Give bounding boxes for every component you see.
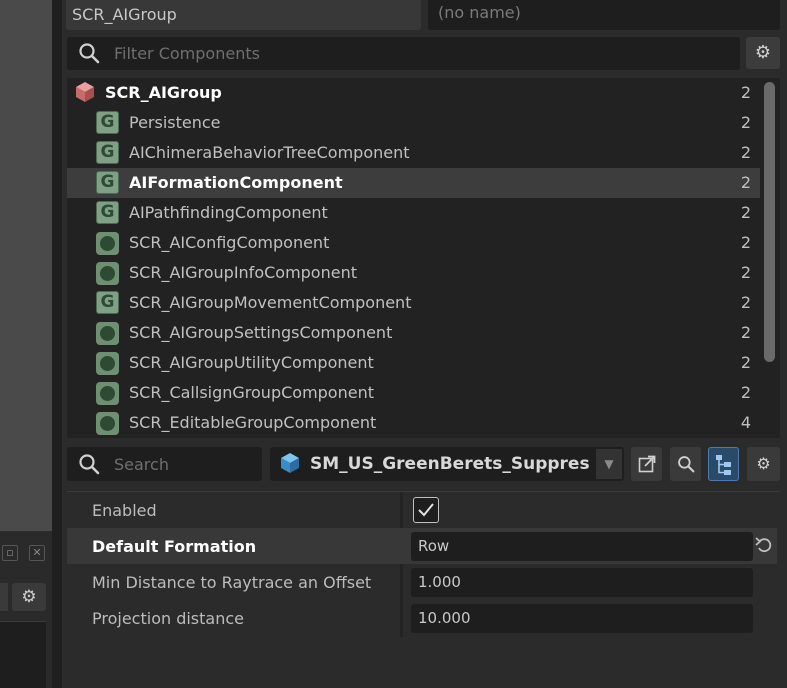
component-label: AIChimeraBehaviorTreeComponent — [129, 143, 410, 162]
component-row[interactable]: G Persistence 2 — [67, 108, 760, 138]
component-label: AIFormationComponent — [129, 173, 343, 192]
g-component-icon: G — [96, 141, 119, 164]
script-component-icon — [96, 412, 119, 435]
hierarchy-view-icon[interactable] — [708, 447, 739, 481]
panel-divider[interactable] — [62, 438, 787, 444]
restore-window-icon[interactable]: ▫ — [2, 545, 18, 561]
component-count: 4 — [740, 413, 751, 432]
viewport-edge — [0, 0, 52, 531]
component-label: SCR_AIGroupSettingsComponent — [129, 323, 393, 342]
tree-scrollbar-thumb[interactable] — [764, 82, 775, 362]
prefab-name: SM_US_GreenBerets_Suppresso — [310, 454, 590, 474]
component-row[interactable]: G AIPathfindingComponent 2 — [67, 198, 760, 228]
entity-name-field[interactable]: SCR_AIGroup — [66, 0, 421, 30]
component-row[interactable]: SCR_AIGroup 2 — [67, 78, 760, 108]
component-count: 2 — [740, 173, 751, 192]
component-tree: SCR_AIGroup 2 G Persistence 2 G AIChimeraBehav… — [67, 78, 760, 438]
component-count: 2 — [740, 353, 751, 372]
g-component-icon: G — [96, 111, 119, 134]
property-row-projection-distance: Projection distance 10.000 — [67, 600, 777, 636]
g-component-icon: G — [96, 291, 119, 314]
reset-icon[interactable] — [754, 535, 774, 555]
component-count: 2 — [740, 293, 751, 312]
left-toolbar-button[interactable] — [0, 583, 8, 611]
close-window-icon[interactable]: ✕ — [29, 545, 45, 561]
find-icon[interactable] — [670, 447, 701, 481]
chevron-down-icon[interactable]: ▼ — [596, 449, 622, 479]
left-bottom-panel — [0, 621, 46, 688]
component-count: 2 — [740, 383, 751, 402]
cube-icon — [76, 82, 94, 102]
component-row[interactable]: SCR_AIGroupInfoComponent 2 — [67, 258, 760, 288]
panel-splitter[interactable] — [52, 0, 62, 688]
prefab-cube-icon — [281, 453, 299, 473]
enabled-checkbox[interactable] — [413, 497, 439, 523]
property-label: Enabled — [92, 501, 157, 520]
component-label: Persistence — [129, 113, 221, 132]
search-icon — [79, 454, 100, 475]
component-row[interactable]: SCR_CallsignGroupComponent 2 — [67, 378, 760, 408]
component-count: 2 — [740, 323, 751, 342]
projection-distance-field[interactable]: 10.000 — [411, 604, 753, 633]
component-row[interactable]: G AIChimeraBehaviorTreeComponent 2 — [67, 138, 760, 168]
component-row[interactable]: G SCR_AIGroupMovementComponent 2 — [67, 288, 760, 318]
g-component-icon: G — [96, 201, 119, 224]
component-label: SCR_EditableGroupComponent — [129, 413, 377, 432]
component-row[interactable]: G AIFormationComponent 2 — [67, 168, 760, 198]
component-row[interactable]: SCR_EditableGroupComponent 4 — [67, 408, 760, 438]
filter-settings-gear-icon[interactable]: ⚙ — [746, 37, 780, 69]
entity-prefab-field[interactable]: (no name) — [428, 0, 780, 30]
script-component-icon — [96, 232, 119, 255]
filter-placeholder: Filter Components — [114, 44, 260, 63]
component-count: 2 — [740, 263, 751, 282]
component-count: 2 — [740, 83, 751, 102]
search-icon — [79, 43, 100, 64]
property-label: Projection distance — [92, 609, 244, 628]
property-row-default-formation: Default Formation Row — [67, 528, 777, 564]
property-row-min-distance: Min Distance to Raytrace an Offset 1.000 — [67, 564, 777, 600]
script-component-icon — [96, 352, 119, 375]
component-label: SCR_CallsignGroupComponent — [129, 383, 374, 402]
component-count: 2 — [740, 143, 751, 162]
component-label: SCR_AIGroup — [105, 83, 222, 102]
min-distance-field[interactable]: 1.000 — [411, 568, 753, 597]
component-count: 2 — [740, 233, 751, 252]
default-formation-field[interactable]: Row — [411, 532, 753, 561]
script-component-icon — [96, 382, 119, 405]
script-component-icon — [96, 322, 119, 345]
component-label: SCR_AIGroupMovementComponent — [129, 293, 412, 312]
component-row[interactable]: SCR_AIGroupSettingsComponent 2 — [67, 318, 760, 348]
component-row[interactable]: SCR_AIConfigComponent 2 — [67, 228, 760, 258]
g-component-icon: G — [96, 171, 119, 194]
component-count: 2 — [740, 203, 751, 222]
component-label: SCR_AIConfigComponent — [129, 233, 330, 252]
properties-settings-gear-icon[interactable]: ⚙ — [747, 447, 780, 481]
property-label: Min Distance to Raytrace an Offset — [92, 573, 372, 592]
open-external-icon[interactable] — [631, 447, 662, 481]
left-settings-gear-icon[interactable]: ⚙ — [12, 583, 46, 611]
search-placeholder: Search — [114, 455, 169, 474]
property-label: Default Formation — [92, 537, 257, 556]
component-label: AIPathfindingComponent — [129, 203, 328, 222]
script-component-icon — [96, 262, 119, 285]
component-count: 2 — [740, 113, 751, 132]
component-label: SCR_AIGroupInfoComponent — [129, 263, 357, 282]
component-row[interactable]: SCR_AIGroupUtilityComponent 2 — [67, 348, 760, 378]
component-label: SCR_AIGroupUtilityComponent — [129, 353, 374, 372]
